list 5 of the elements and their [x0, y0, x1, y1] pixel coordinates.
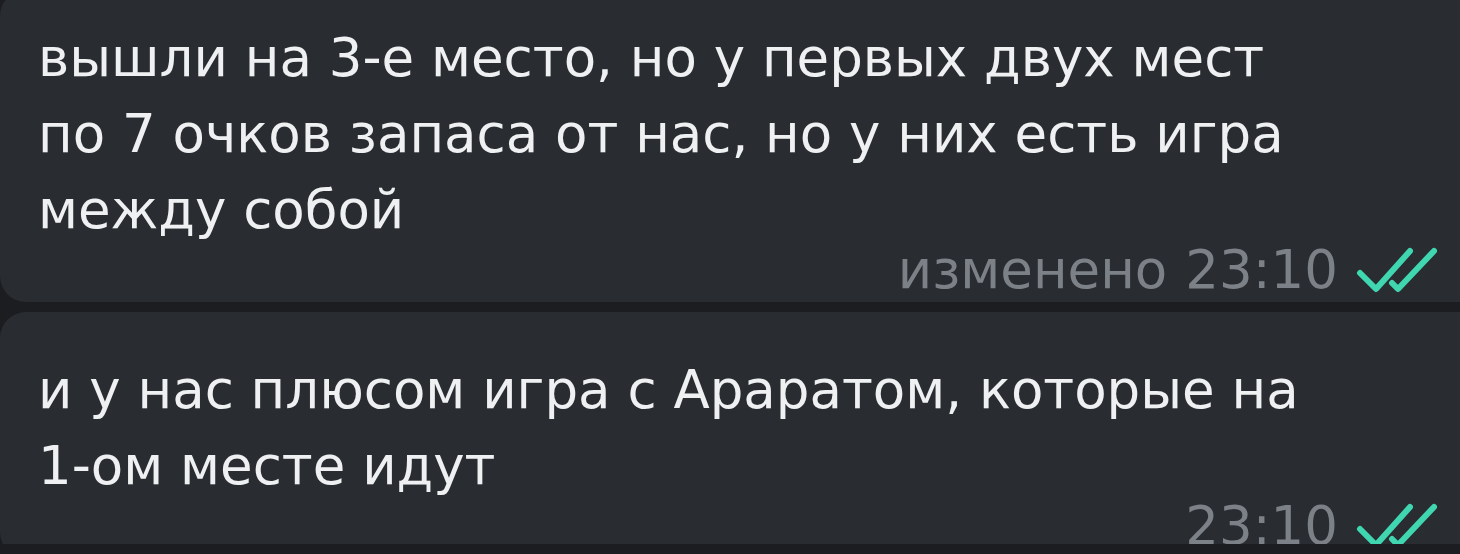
message-text: и у нас плюсом игра с Араратом, которые на 1-ом месте идут: [38, 358, 1299, 498]
message-text: вышли на 3-е место, но у первых двух мест по 7 очков запаса от нас, но у них есть игра между собой: [38, 26, 1284, 242]
edited-label: изменено: [897, 248, 1168, 292]
message-time: 23:10: [1185, 504, 1338, 544]
message-time: 23:10: [1185, 248, 1338, 292]
